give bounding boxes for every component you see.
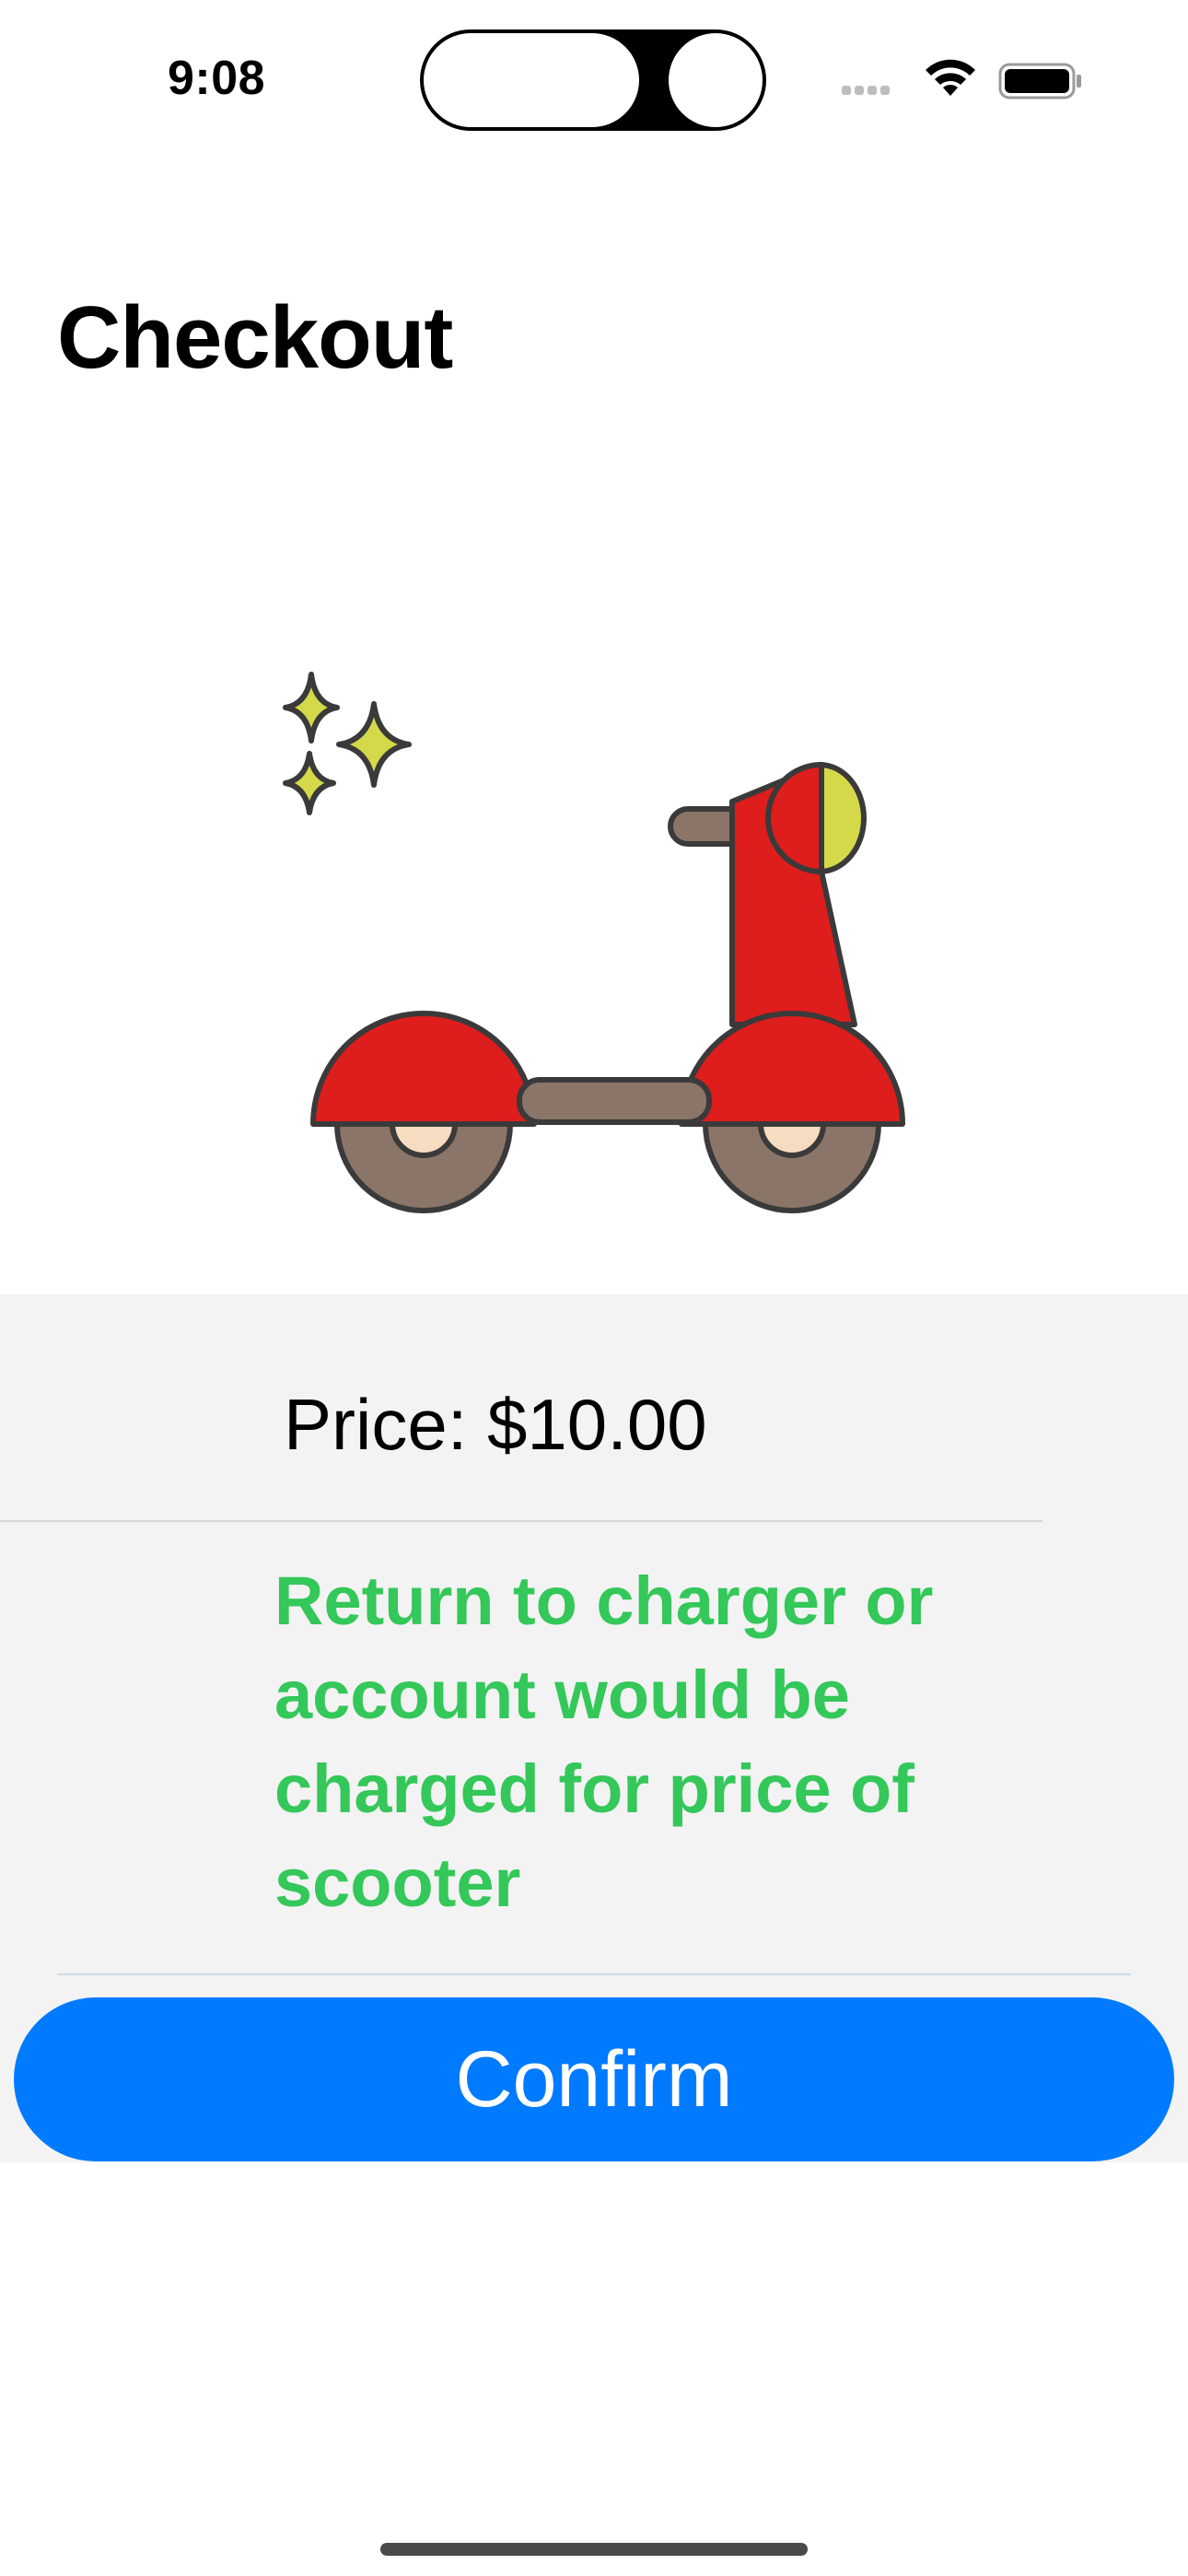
scooter-icon [310, 762, 905, 1213]
page-title: Checkout [57, 288, 453, 387]
sparkles-icon [283, 672, 412, 815]
dynamic-island [420, 29, 766, 131]
return-warning-text: Return to charger or account would be ch… [274, 1563, 934, 1921]
confirm-button[interactable]: Confirm [14, 1997, 1174, 2161]
divider [57, 1973, 1131, 1975]
island-pill [424, 33, 639, 127]
battery-icon [998, 63, 1081, 100]
divider [0, 1520, 1042, 1522]
scooter-sparkles-illustration [283, 672, 905, 1213]
cellular-signal-icon [842, 83, 893, 100]
checkout-panel: Price: $10.00 Return to charger or accou… [0, 1294, 1188, 2162]
price-label: Price: $10.00 [284, 1384, 707, 1465]
island-dot [669, 33, 763, 127]
home-indicator[interactable] [380, 2543, 808, 2556]
status-time: 9:08 [168, 52, 266, 105]
wifi-icon [926, 59, 975, 96]
